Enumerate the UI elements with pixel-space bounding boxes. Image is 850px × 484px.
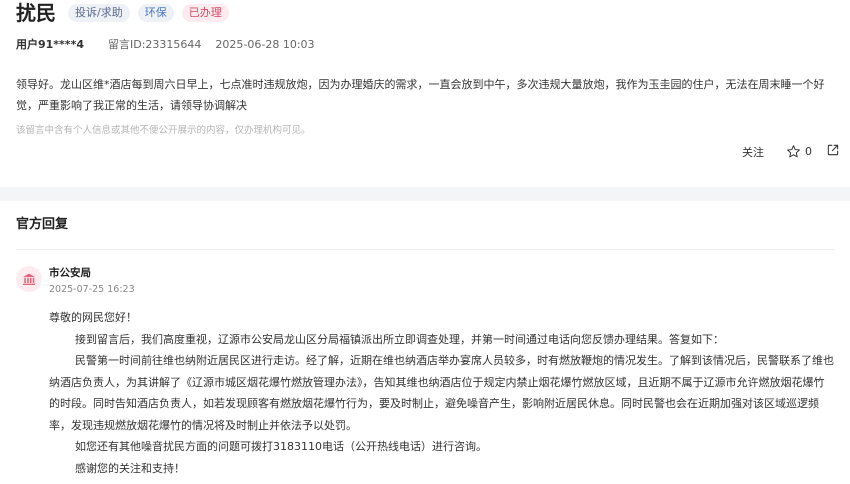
reply-paragraph: 民警第一时间前往维也纳附近居民区进行走访。经了解，近期在维也纳酒店举办宴席人员较… [49, 354, 834, 432]
government-building-icon [23, 273, 35, 285]
official-reply-section: 官方回复 市公安局 2025-07-25 16:23 尊敬的网民您好！ 接到留言… [0, 201, 850, 479]
message-detail-page: 扰民 投诉/求助 环保 已办理 用户91****4 留言ID:23315644 … [0, 0, 850, 479]
post-section: 扰民 投诉/求助 环保 已办理 用户91****4 留言ID:23315644 … [0, 0, 850, 187]
follow-button[interactable]: 关注 [742, 144, 764, 160]
status-badge: 已办理 [181, 4, 229, 22]
share-icon [827, 144, 839, 156]
post-title: 扰民 [16, 1, 56, 25]
reply-paragraph: 感谢您的关注和支持！ [75, 461, 185, 475]
org-info: 市公安局 2025-07-25 16:23 [49, 266, 135, 295]
privacy-note: 该留言中含有个人信息或其他不便公开展示的内容，仅办理机构可见。 [16, 125, 311, 136]
reply-greeting: 尊敬的网民您好！ [49, 311, 137, 324]
post-user: 用户91****4 [16, 38, 84, 51]
post-content: 领导好。龙山区维*酒店每到周六日早上，七点准时违规放炮，因为办理婚庆的需求，一直… [16, 78, 825, 112]
post-meta: 用户91****4 留言ID:23315644 2025-06-28 10:03 [16, 36, 834, 52]
title-row: 扰民 投诉/求助 环保 已办理 [16, 0, 834, 26]
official-reply-title: 官方回复 [16, 201, 834, 250]
post-actions: 关注 0 [742, 143, 840, 160]
avatar [16, 266, 42, 292]
share-button[interactable] [826, 143, 840, 160]
section-divider [0, 187, 850, 201]
reply-paragraph: 如您还有其他噪音扰民方面的问题可拨打3183110电话（公开热线电话）进行咨询。 [75, 440, 487, 453]
reply-org: 市公安局 2025-07-25 16:23 [16, 266, 834, 295]
reply-time: 2025-07-25 16:23 [49, 284, 135, 295]
reply-paragraph: 接到留言后，我们高度重视，辽源市公安局龙山区分局福镇派出所立即调查处理，并第一时… [75, 332, 724, 346]
star-icon [787, 145, 800, 158]
reply-content: 尊敬的网民您好！ 接到留言后，我们高度重视，辽源市公安局龙山区分局福镇派出所立即… [16, 307, 834, 479]
message-id: 留言ID:23315644 [107, 38, 202, 51]
tag-category: 投诉/求助 [68, 4, 130, 22]
org-name: 市公安局 [49, 267, 91, 279]
star-count: 0 [805, 145, 812, 158]
star-button[interactable]: 0 [786, 144, 812, 159]
post-datetime: 2025-06-28 10:03 [215, 37, 315, 51]
tag-topic: 环保 [137, 4, 174, 22]
